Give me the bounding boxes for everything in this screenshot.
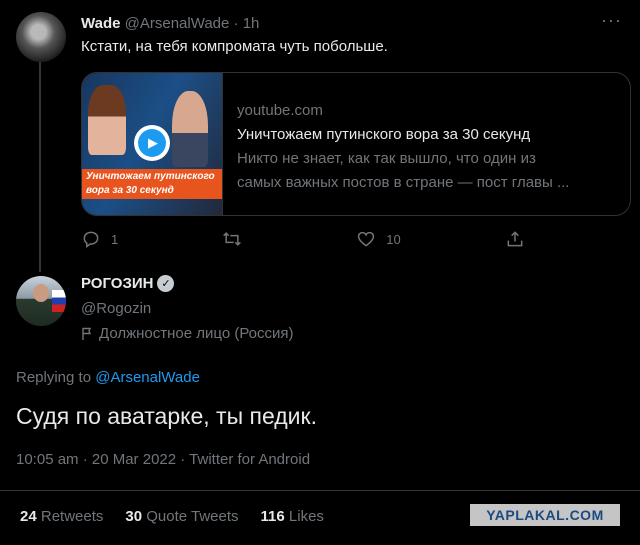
share-button[interactable] (505, 229, 525, 249)
thread-line (39, 62, 41, 272)
replying-to-link[interactable]: @ArsenalWade (95, 369, 200, 386)
separator: · (233, 15, 239, 32)
retweets-stat[interactable]: 24 Retweets (20, 508, 103, 525)
verified-badge-icon: ✓ (157, 275, 175, 292)
link-card[interactable]: Уничтожаем путинского вора за 30 секунд … (81, 72, 631, 216)
retweet-icon (223, 232, 242, 246)
author-name[interactable]: РОГОЗИН (81, 275, 153, 292)
tweet-text: Кстати, на тебя компромата чуть побольше… (81, 38, 388, 55)
flag-icon (82, 327, 92, 340)
heart-icon (358, 231, 375, 247)
likes-count: 116 (260, 508, 285, 525)
card-description-line: Никто не знает, как так вышло, что один … (237, 150, 536, 167)
tweet-stats: 24 Retweets 30 Quote Tweets 116 Likes (20, 508, 324, 525)
like-button[interactable]: 10 (356, 229, 401, 249)
share-icon (507, 231, 523, 247)
retweets-label: Retweets (40, 508, 104, 525)
watermark: YAPLAKAL.COM (470, 504, 620, 526)
retweet-button[interactable] (222, 229, 252, 249)
quotes-count: 30 (125, 508, 143, 525)
tweet-time[interactable]: 1h (243, 15, 260, 32)
thumbnail-person (88, 85, 126, 155)
like-count: 10 (386, 231, 401, 247)
tweet-text: Судя по аватарке, ты педик. (16, 403, 317, 429)
card-thumbnail: Уничтожаем путинского вора за 30 секунд … (82, 73, 223, 215)
government-label-text: Должностное лицо (Россия) (99, 325, 294, 342)
more-options-icon[interactable]: ··· (601, 10, 622, 31)
government-label[interactable]: Должностное лицо (Россия) (81, 325, 294, 342)
thumbnail-banner: Уничтожаем путинского вора за 30 секунд (82, 169, 222, 199)
avatar-face (33, 284, 49, 302)
divider (0, 490, 640, 491)
author-name-row: РОГОЗИН ✓ (81, 275, 175, 292)
card-domain: youtube.com (237, 102, 323, 119)
thumbnail-person (172, 91, 208, 167)
author-handle[interactable]: @Rogozin (81, 300, 151, 317)
card-description-line: самых важных постов в стране — пост глав… (237, 174, 570, 191)
quotes-label: Quote Tweets (146, 508, 239, 525)
reply-icon (83, 231, 99, 248)
author-handle[interactable]: @ArsenalWade (125, 15, 230, 32)
replying-to: Replying to @ArsenalWade (16, 369, 200, 386)
tweet-meta[interactable]: 10:05 am · 20 Mar 2022 · Twitter for And… (16, 451, 310, 468)
card-title: Уничтожаем путинского вора за 30 секунд (237, 126, 531, 143)
play-icon[interactable]: ▶ (134, 125, 170, 161)
quotes-stat[interactable]: 30 Quote Tweets (125, 508, 238, 525)
likes-label: Likes (288, 508, 324, 525)
card-body: youtube.com Уничтожаем путинского вора з… (223, 73, 583, 215)
reply-count: 1 (111, 231, 119, 247)
tweet-header: Wade @ArsenalWade · 1h (81, 15, 259, 32)
reply-button[interactable]: 1 (81, 229, 118, 249)
author-name[interactable]: Wade (81, 15, 120, 32)
likes-stat[interactable]: 116 Likes (261, 508, 324, 525)
avatar[interactable] (16, 276, 66, 326)
flag-graphic (52, 290, 66, 312)
replying-prefix: Replying to (16, 369, 92, 386)
tweet-actions: 1 10 (81, 229, 629, 249)
avatar[interactable] (16, 12, 66, 62)
retweets-count: 24 (20, 508, 37, 525)
